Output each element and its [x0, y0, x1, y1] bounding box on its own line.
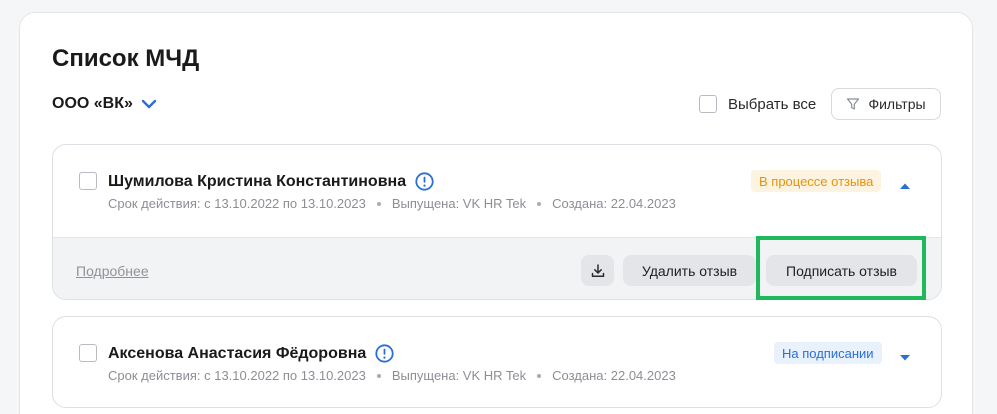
validity-period: Срок действия: с 13.10.2022 по 13.10.202…	[108, 368, 366, 383]
mcd-list-panel: Список МЧД ООО «ВК» Выбрать все Фильтры …	[19, 12, 973, 414]
card-checkbox[interactable]	[79, 172, 97, 190]
issued-by: Выпущена: VK HR Tek	[391, 196, 527, 211]
info-icon[interactable]	[415, 172, 434, 191]
separator-dot	[537, 201, 542, 206]
delete-revocation-button[interactable]: Удалить отзыв	[623, 255, 756, 286]
filters-label: Фильтры	[868, 96, 926, 112]
card-name: Аксенова Анастасия Фёдоровна	[108, 344, 394, 363]
card-checkbox[interactable]	[79, 344, 97, 362]
info-icon[interactable]	[375, 344, 394, 363]
status-badge: На подписании	[774, 342, 882, 364]
separator-dot	[537, 373, 542, 378]
validity-period: Срок действия: с 13.10.2022 по 13.10.202…	[108, 196, 366, 211]
card-meta: Срок действия: с 13.10.2022 по 13.10.202…	[108, 196, 676, 211]
chevron-down-icon	[141, 99, 157, 109]
select-all[interactable]: Выбрать все	[699, 95, 816, 113]
details-link[interactable]: Подробнее	[76, 263, 149, 279]
download-button[interactable]	[581, 255, 614, 286]
card-header: Шумилова Кристина Константиновна Срок де…	[53, 145, 941, 237]
mcd-card: Аксенова Анастасия Фёдоровна Срок действ…	[52, 316, 942, 408]
employee-name: Шумилова Кристина Константиновна	[108, 172, 407, 190]
separator-dot	[376, 201, 381, 206]
filter-icon	[847, 98, 860, 110]
issued-by: Выпущена: VK HR Tek	[391, 368, 527, 383]
card-actions: Подробнее Удалить отзыв Подписать отзыв	[53, 237, 941, 299]
status-badge: В процессе отзыва	[751, 170, 882, 192]
employee-name: Аксенова Анастасия Фёдоровна	[108, 344, 367, 362]
card-meta: Срок действия: с 13.10.2022 по 13.10.202…	[108, 368, 676, 383]
select-all-label: Выбрать все	[728, 95, 817, 113]
card-name: Шумилова Кристина Константиновна	[108, 172, 434, 191]
created-date: Создана: 22.04.2023	[552, 368, 676, 383]
created-date: Создана: 22.04.2023	[552, 196, 676, 211]
filters-button[interactable]: Фильтры	[831, 88, 941, 120]
select-all-checkbox[interactable]	[699, 95, 717, 113]
organization-selector[interactable]: ООО «ВК»	[52, 95, 157, 113]
mcd-card: Шумилова Кристина Константиновна Срок де…	[52, 144, 942, 300]
page-title: Список МЧД	[52, 45, 200, 72]
sign-revocation-button[interactable]: Подписать отзыв	[766, 255, 917, 286]
download-icon	[591, 263, 604, 277]
separator-dot	[376, 373, 381, 378]
caret-down-icon[interactable]	[899, 349, 911, 367]
organization-name: ООО «ВК»	[52, 95, 133, 112]
caret-up-icon[interactable]	[899, 177, 911, 195]
card-header: Аксенова Анастасия Фёдоровна Срок действ…	[53, 317, 941, 407]
